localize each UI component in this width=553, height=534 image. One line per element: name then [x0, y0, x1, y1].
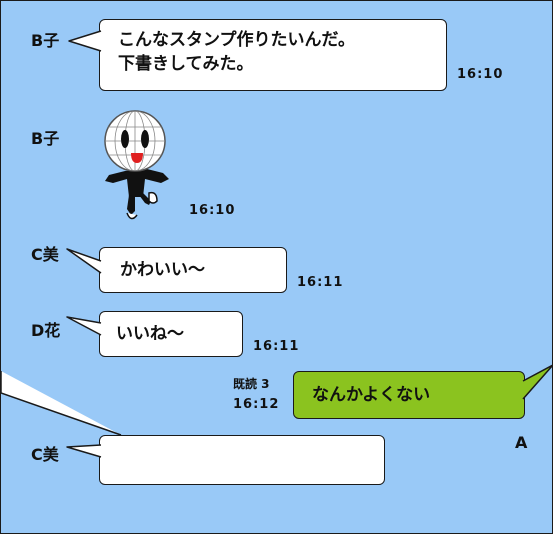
message-line: こんなスタンプ作りたいんだ。	[118, 30, 355, 50]
sender-name: A	[515, 433, 528, 452]
sender-name: B子	[31, 129, 60, 148]
sender-name: D花	[31, 321, 61, 340]
message-time: 16:11	[297, 275, 344, 290]
chat-area: B子 こんなスタンプ作りたいんだ。 下書きしてみた。 16:10 B子 16:1…	[0, 0, 553, 534]
message-text: なんかよくない	[312, 385, 431, 405]
sticker-image[interactable]	[99, 105, 179, 221]
message-time: 16:12	[233, 397, 280, 412]
message-text: かわいい〜	[120, 260, 205, 280]
message-bubble[interactable]: こんなスタンプ作りたいんだ。 下書きしてみた。	[99, 19, 447, 91]
message-bubble[interactable]: かわいい〜	[99, 247, 287, 293]
sender-name: C美	[31, 245, 59, 264]
message-time: 16:10	[189, 203, 236, 218]
message-text: いいね〜	[116, 324, 184, 344]
message-time: 16:10	[457, 67, 504, 82]
message-time: 16:11	[253, 339, 300, 354]
message-line: 下書きしてみた。	[118, 54, 254, 74]
sender-name: B子	[31, 31, 60, 50]
own-message-bubble[interactable]: なんかよくない	[293, 371, 525, 419]
message-bubble[interactable]	[99, 435, 385, 485]
read-receipt: 既読 3	[233, 377, 270, 391]
message-bubble[interactable]: いいね〜	[99, 311, 243, 357]
sender-name: C美	[31, 445, 59, 464]
